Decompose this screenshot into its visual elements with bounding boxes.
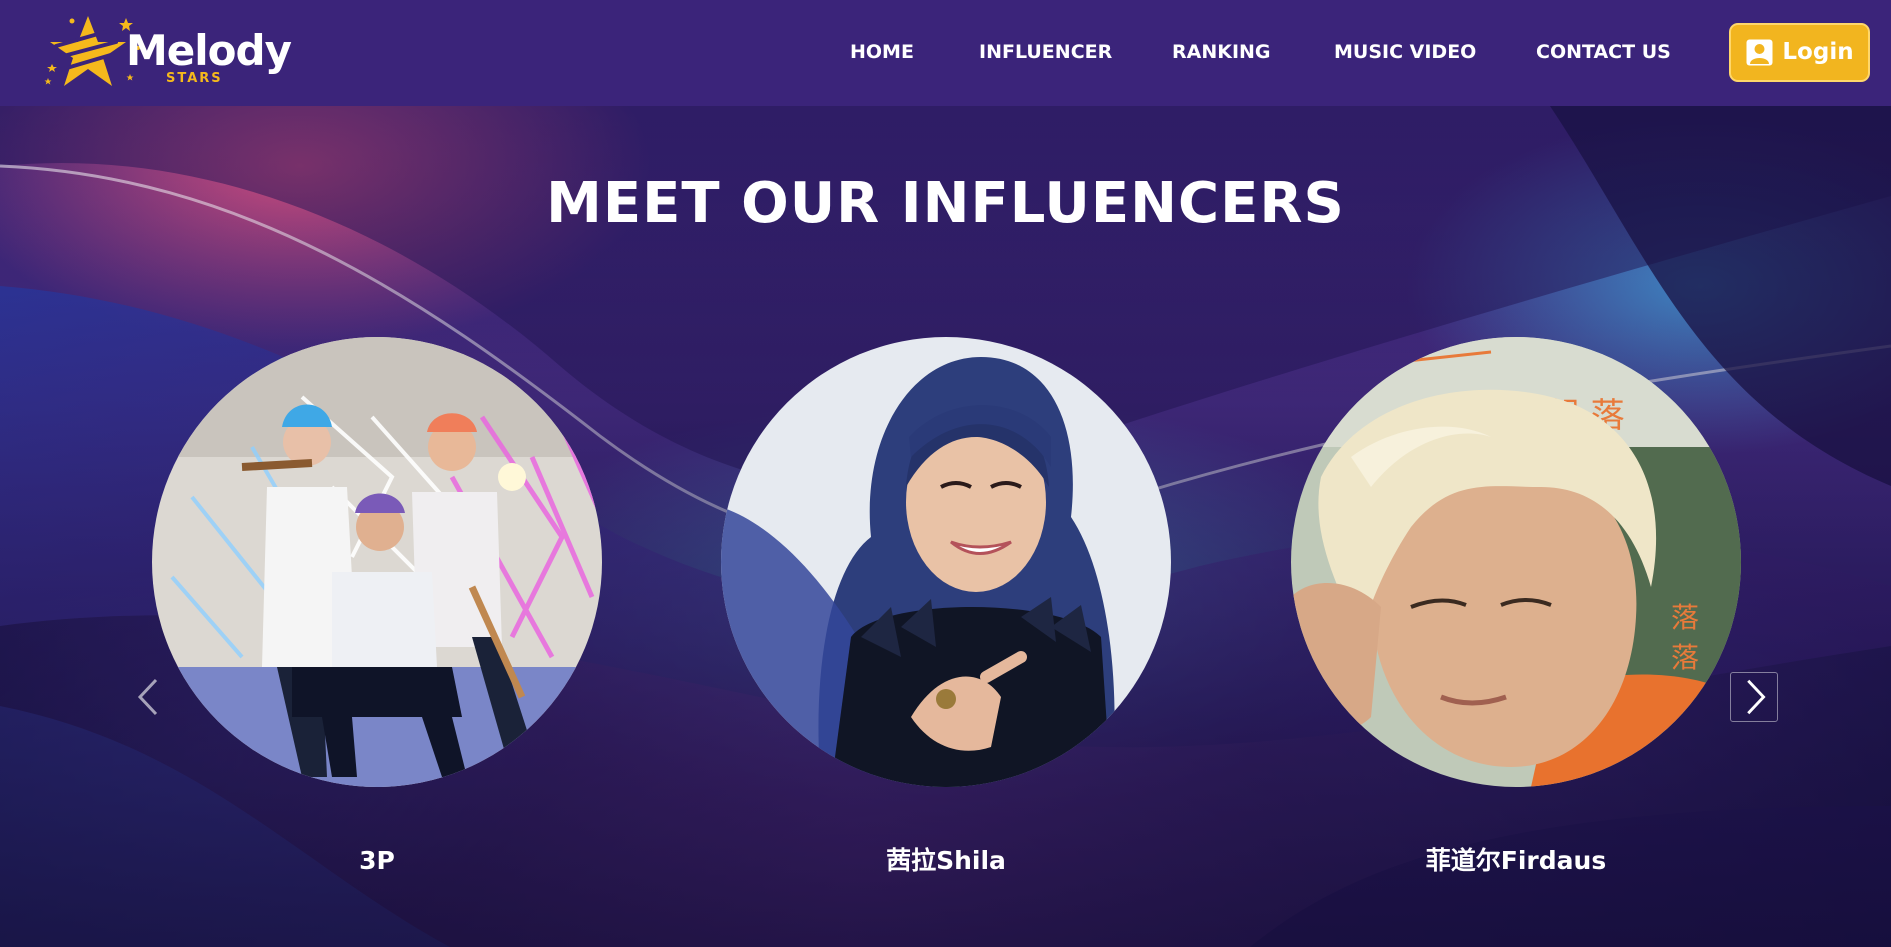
- influencer-name-3p: 3P: [359, 846, 395, 875]
- influencer-name-firdaus: 菲道尔Firdaus: [1425, 846, 1607, 875]
- svg-text:落: 落: [1671, 601, 1699, 634]
- login-label: Login: [1782, 39, 1854, 65]
- influencer-card-3p[interactable]: [152, 337, 602, 787]
- section-title: MEET OUR INFLUENCERS: [546, 171, 1345, 236]
- brand-logo[interactable]: Melody STARS: [42, 12, 292, 94]
- influencer-name-shila: 茜拉Shila: [886, 846, 1006, 875]
- carousel-prev-button[interactable]: [126, 672, 174, 722]
- site-header: Melody STARS HOME INFLUENCER RANKING MUS…: [0, 0, 1891, 106]
- user-icon: [1746, 39, 1773, 66]
- influencer-photo: 起 起 落 落 落: [1291, 337, 1741, 787]
- chevron-left-icon: [137, 678, 158, 716]
- nav-ranking[interactable]: RANKING: [1172, 40, 1271, 64]
- brand-tagline: STARS: [166, 71, 223, 86]
- influencer-card-shila[interactable]: [721, 337, 1171, 787]
- influencer-photo: [721, 337, 1171, 787]
- svg-text:落: 落: [1671, 641, 1699, 674]
- carousel-next-button[interactable]: [1730, 672, 1778, 722]
- influencer-card-firdaus[interactable]: 起 起 落 落 落: [1291, 337, 1741, 787]
- brand-name: Melody: [126, 26, 292, 75]
- login-button[interactable]: Login: [1729, 23, 1870, 82]
- nav-contact-us[interactable]: CONTACT US: [1536, 40, 1671, 64]
- nav-home[interactable]: HOME: [850, 40, 914, 64]
- nav-influencer[interactable]: INFLUENCER: [979, 40, 1112, 64]
- chevron-right-icon: [1747, 679, 1766, 715]
- influencer-photo: [152, 337, 602, 787]
- nav-music-video[interactable]: MUSIC VIDEO: [1334, 40, 1476, 64]
- influencer-carousel-section: MEET OUR INFLUENCERS 落 落 3P 茜拉Shila 菲道尔F…: [0, 106, 1891, 947]
